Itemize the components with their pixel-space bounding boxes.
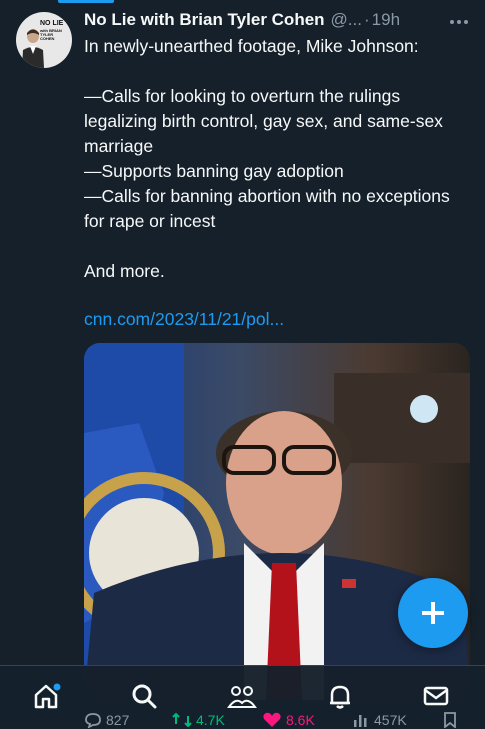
search-icon[interactable] [128, 680, 160, 712]
article-link[interactable]: cnn.com/2023/11/21/pol... [84, 309, 284, 330]
views-icon [354, 715, 367, 727]
views-button[interactable]: 457K [352, 712, 407, 728]
messages-icon[interactable] [420, 680, 452, 712]
separator: · [363, 10, 370, 29]
retweet-icon [172, 712, 192, 728]
tweet-text: In newly-unearthed footage, Mike Johnson… [84, 34, 470, 284]
author-handle[interactable]: @... [331, 10, 362, 30]
retweet-button[interactable]: 4.7K [172, 712, 225, 728]
author-name[interactable]: No Lie with Brian Tyler Cohen [84, 10, 325, 30]
tab-indicator [58, 0, 114, 3]
plus-icon [422, 602, 444, 624]
more-options-icon[interactable] [449, 12, 469, 30]
compose-tweet-button[interactable] [398, 578, 468, 648]
tweet-line: In newly-unearthed footage, Mike Johnson… [84, 36, 419, 56]
photo-illustration [84, 343, 470, 700]
tweet-line: —Calls for looking to overturn the rulin… [84, 86, 443, 156]
reply-button[interactable]: 827 [84, 712, 129, 728]
notifications-icon[interactable] [324, 680, 356, 712]
tweet-media-image[interactable] [84, 343, 470, 700]
bookmark-icon [444, 712, 456, 728]
home-icon[interactable] [30, 680, 62, 712]
view-count: 457K [374, 712, 407, 728]
communities-icon[interactable] [226, 680, 258, 712]
heart-icon [263, 712, 281, 727]
timestamp[interactable]: 19h [372, 10, 400, 30]
tweet-line: —Supports banning gay adoption [84, 161, 344, 181]
reply-icon [85, 713, 101, 728]
avatar[interactable]: NO LIE with BRIAN TYLER COHEN [16, 12, 72, 68]
retweet-count: 4.7K [196, 712, 225, 728]
like-count: 8.6K [286, 712, 315, 728]
like-button[interactable]: 8.6K [262, 712, 315, 728]
avatar-logo: NO LIE with BRIAN TYLER COHEN [40, 20, 64, 41]
reply-count: 827 [106, 712, 130, 728]
tweet-line: And more. [84, 261, 165, 281]
tweet-line: —Calls for banning abortion with no exce… [84, 186, 450, 231]
tweet-actions: 827 4.7K 8.6K 457K [84, 712, 474, 728]
bookmark-button[interactable] [442, 712, 458, 728]
tweet-header: No Lie with Brian Tyler Cohen @... · 19h [84, 9, 469, 31]
